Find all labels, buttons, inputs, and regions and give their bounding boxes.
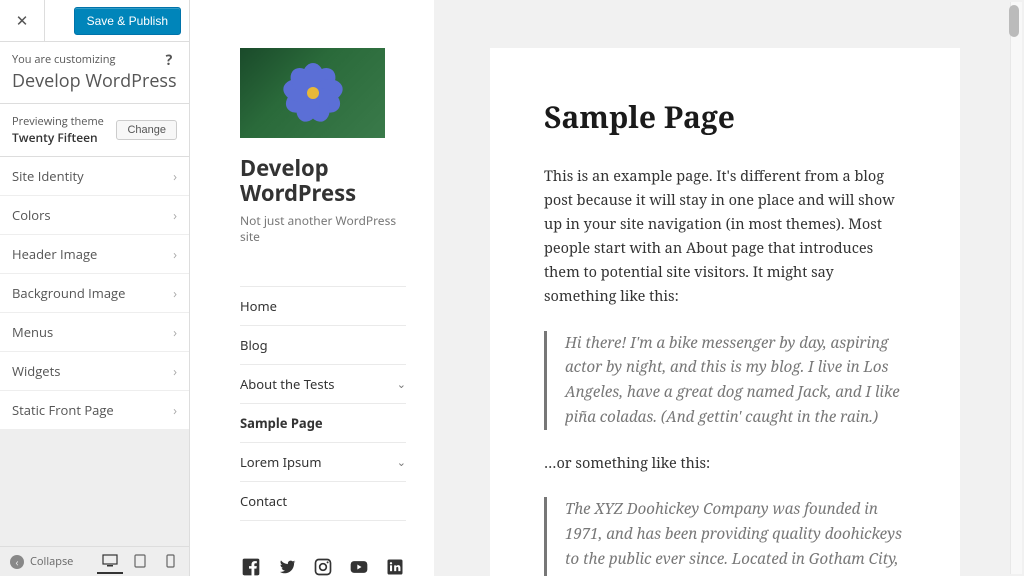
- nav-label: About the Tests: [240, 375, 335, 393]
- instagram-icon[interactable]: [312, 556, 334, 576]
- panel-header: ✕ Save & Publish: [0, 0, 189, 42]
- collapse-button[interactable]: ‹ Collapse: [6, 550, 93, 573]
- preview-pane: Develop WordPress Not just another WordP…: [190, 0, 1024, 576]
- section-label: Menus: [12, 323, 53, 341]
- device-tablet-button[interactable]: [127, 550, 153, 574]
- paragraph: …or something like this:: [544, 452, 906, 476]
- section-label: Widgets: [12, 362, 60, 380]
- chevron-right-icon: ›: [173, 167, 177, 185]
- device-mobile-button[interactable]: [157, 550, 183, 574]
- help-icon[interactable]: ?: [161, 52, 177, 68]
- collapse-label: Collapse: [30, 554, 73, 569]
- panel-footer: ‹ Collapse: [0, 546, 189, 576]
- scrollbar-track[interactable]: [1010, 2, 1022, 574]
- section-label: Site Identity: [12, 167, 84, 185]
- theme-preview-row: Previewing theme Twenty Fifteen Change: [0, 104, 189, 157]
- chevron-right-icon: ›: [173, 401, 177, 419]
- section-site-identity[interactable]: Site Identity ›: [0, 157, 189, 196]
- section-colors[interactable]: Colors ›: [0, 196, 189, 235]
- nav-label: Blog: [240, 336, 268, 354]
- site-tagline: Not just another WordPress site: [240, 213, 406, 247]
- chevron-down-icon[interactable]: ⌄: [397, 377, 406, 392]
- content-area: Sample Page This is an example page. It'…: [434, 0, 1010, 576]
- header-image: [240, 48, 385, 138]
- nav-label: Home: [240, 297, 277, 315]
- save-publish-button[interactable]: Save & Publish: [74, 7, 181, 35]
- previewing-label: Previewing theme: [12, 114, 104, 129]
- section-widgets[interactable]: Widgets ›: [0, 352, 189, 391]
- change-theme-button[interactable]: Change: [116, 120, 177, 140]
- section-header-image[interactable]: Header Image ›: [0, 235, 189, 274]
- chevron-right-icon: ›: [173, 245, 177, 263]
- blockquote: Hi there! I'm a bike messenger by day, a…: [544, 331, 906, 430]
- linkedin-icon[interactable]: [384, 556, 406, 576]
- chevron-right-icon: ›: [173, 206, 177, 224]
- nav-label: Contact: [240, 492, 287, 510]
- close-button[interactable]: ✕: [0, 0, 45, 41]
- nav-item-sample-page[interactable]: Sample Page: [240, 404, 406, 443]
- customizing-info: You are customizing Develop WordPress ?: [0, 42, 189, 104]
- section-static-front-page[interactable]: Static Front Page ›: [0, 391, 189, 430]
- customizer-sections: Site Identity › Colors › Header Image › Bac…: [0, 157, 189, 430]
- nav-item-home[interactable]: Home: [240, 287, 406, 326]
- section-label: Colors: [12, 206, 51, 224]
- section-background-image[interactable]: Background Image ›: [0, 274, 189, 313]
- section-menus[interactable]: Menus ›: [0, 313, 189, 352]
- chevron-right-icon: ›: [173, 362, 177, 380]
- facebook-icon[interactable]: [240, 556, 262, 576]
- device-desktop-button[interactable]: [97, 550, 123, 574]
- twitter-icon[interactable]: [276, 556, 298, 576]
- section-label: Header Image: [12, 245, 97, 263]
- site-sidebar: Develop WordPress Not just another WordP…: [190, 0, 434, 576]
- nav-item-contact[interactable]: Contact: [240, 482, 406, 521]
- site-title[interactable]: Develop WordPress: [240, 156, 406, 207]
- customizing-label: You are customizing: [12, 52, 177, 67]
- nav-item-about[interactable]: About the Tests ⌄: [240, 365, 406, 404]
- theme-name: Twenty Fifteen: [12, 129, 104, 146]
- nav-item-blog[interactable]: Blog: [240, 326, 406, 365]
- chevron-down-icon[interactable]: ⌄: [397, 455, 406, 470]
- customizer-panel: ✕ Save & Publish You are customizing Dev…: [0, 0, 190, 576]
- section-label: Static Front Page: [12, 401, 114, 419]
- nav-label: Sample Page: [240, 414, 323, 432]
- nav-item-lorem[interactable]: Lorem Ipsum ⌄: [240, 443, 406, 482]
- scrollbar-thumb[interactable]: [1009, 5, 1019, 37]
- primary-nav: Home Blog About the Tests ⌄ Sample Page L…: [240, 286, 406, 521]
- social-links: [240, 556, 410, 576]
- page-title: Sample Page: [544, 96, 906, 137]
- chevron-right-icon: ›: [173, 323, 177, 341]
- chevron-right-icon: ›: [173, 284, 177, 302]
- collapse-icon: ‹: [10, 555, 24, 569]
- section-label: Background Image: [12, 284, 125, 302]
- flower-graphic: [283, 63, 343, 123]
- article: Sample Page This is an example page. It'…: [490, 48, 960, 576]
- paragraph: This is an example page. It's different …: [544, 165, 906, 309]
- site-preview: Develop WordPress Not just another WordP…: [190, 0, 1010, 576]
- blockquote: The XYZ Doohickey Company was founded in…: [544, 497, 906, 576]
- youtube-icon[interactable]: [348, 556, 370, 576]
- customizing-site-name: Develop WordPress: [12, 69, 177, 93]
- nav-label: Lorem Ipsum: [240, 453, 321, 471]
